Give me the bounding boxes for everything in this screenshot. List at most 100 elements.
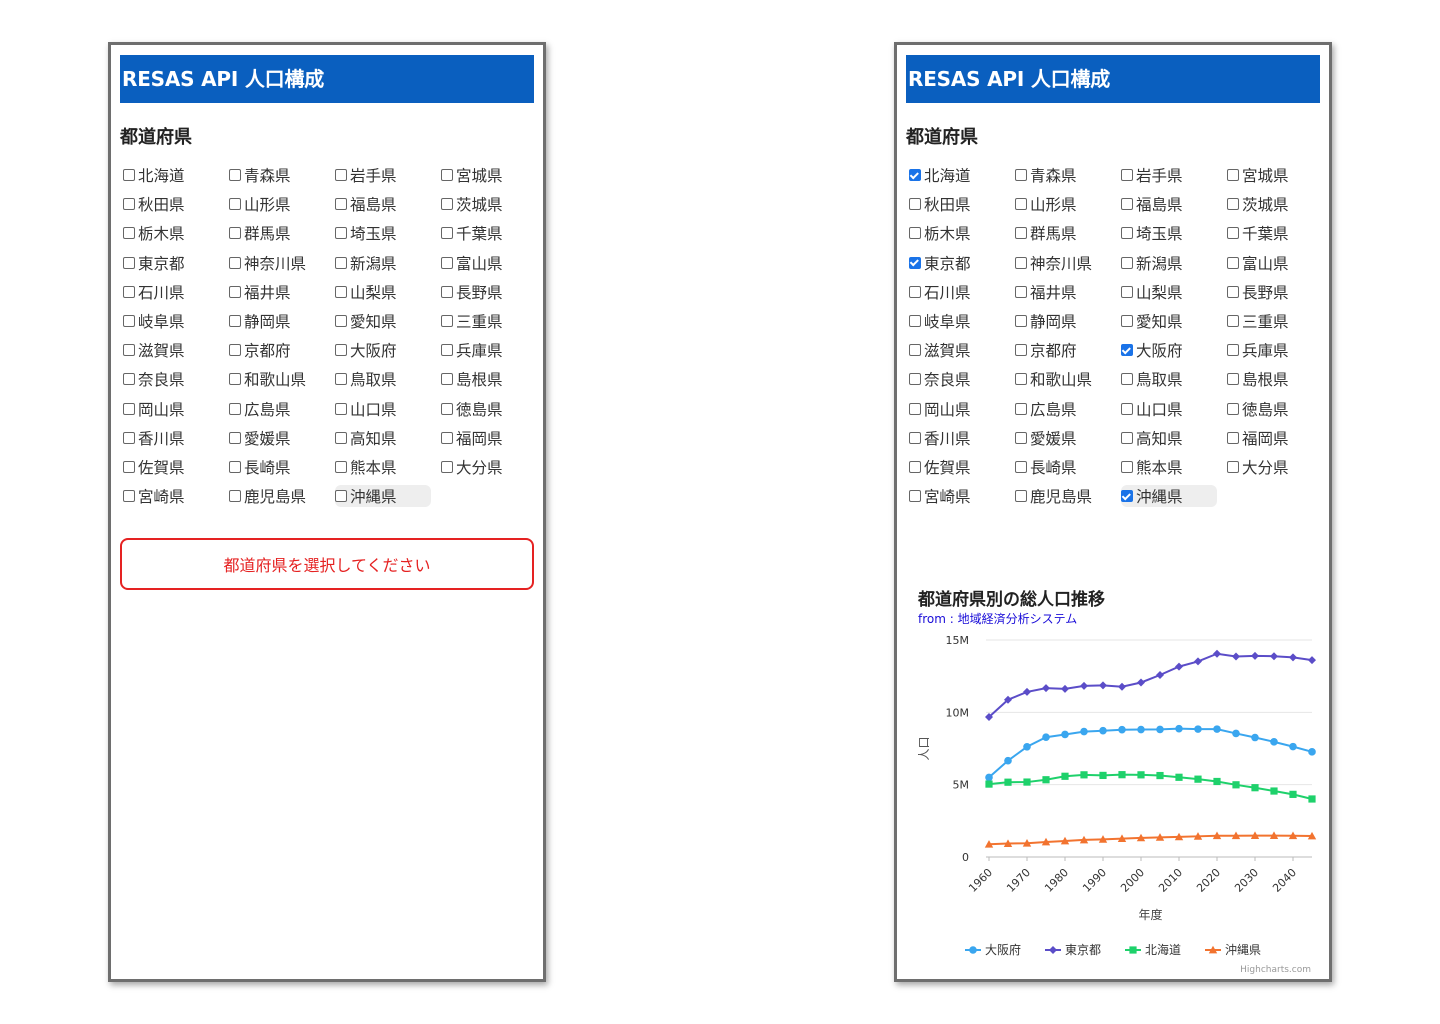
prefecture-checkbox-item[interactable]: 熊本県: [335, 456, 431, 478]
checkbox[interactable]: [1015, 169, 1027, 181]
checkbox[interactable]: [335, 490, 347, 503]
prefecture-checkbox-item[interactable]: 岐阜県: [123, 310, 219, 332]
prefecture-checkbox-item[interactable]: 愛知県: [1121, 310, 1217, 332]
prefecture-checkbox-item[interactable]: 山形県: [1015, 193, 1111, 215]
prefecture-checkbox-item[interactable]: 三重県: [441, 310, 537, 332]
prefecture-checkbox-item[interactable]: 宮崎県: [909, 485, 1005, 507]
prefecture-checkbox-item[interactable]: 高知県: [335, 427, 431, 449]
prefecture-checkbox-item[interactable]: 福井県: [229, 281, 325, 303]
checkbox[interactable]: [229, 402, 241, 415]
prefecture-checkbox-item[interactable]: 大阪府: [335, 339, 431, 361]
prefecture-checkbox-item[interactable]: 愛媛県: [229, 427, 325, 449]
checkbox[interactable]: [1121, 227, 1133, 240]
checkbox[interactable]: [229, 227, 241, 240]
checkbox[interactable]: [441, 431, 453, 444]
checkbox[interactable]: [335, 256, 347, 269]
prefecture-checkbox-item[interactable]: 香川県: [909, 427, 1005, 449]
checkbox[interactable]: [229, 198, 241, 211]
prefecture-checkbox-item[interactable]: 長崎県: [1015, 456, 1111, 478]
prefecture-checkbox-item[interactable]: 京都府: [229, 339, 325, 361]
prefecture-checkbox-item[interactable]: 茨城県: [1227, 193, 1323, 215]
prefecture-checkbox-item[interactable]: 青森県: [1015, 164, 1111, 186]
checkbox[interactable]: [123, 198, 135, 211]
prefecture-checkbox-item[interactable]: 石川県: [123, 281, 219, 303]
checkbox[interactable]: [229, 169, 241, 181]
checkbox[interactable]: [1121, 198, 1133, 211]
checkbox[interactable]: [1015, 227, 1027, 240]
checkbox[interactable]: [123, 402, 135, 415]
checkbox[interactable]: [441, 344, 453, 357]
checkbox[interactable]: [441, 460, 453, 473]
prefecture-checkbox-item[interactable]: 福島県: [1121, 193, 1217, 215]
checkbox[interactable]: [1121, 373, 1133, 386]
checkbox[interactable]: [123, 460, 135, 473]
checkbox[interactable]: [441, 402, 453, 415]
checkbox[interactable]: [909, 256, 921, 269]
checkbox[interactable]: [441, 256, 453, 269]
prefecture-checkbox-item[interactable]: 秋田県: [909, 193, 1005, 215]
checkbox[interactable]: [229, 256, 241, 269]
prefecture-checkbox-item[interactable]: 山口県: [1121, 398, 1217, 420]
prefecture-checkbox-item[interactable]: 群馬県: [1015, 222, 1111, 244]
checkbox[interactable]: [1015, 373, 1027, 386]
prefecture-checkbox-item[interactable]: 秋田県: [123, 193, 219, 215]
prefecture-checkbox-item[interactable]: 岐阜県: [909, 310, 1005, 332]
prefecture-checkbox-item[interactable]: 鳥取県: [335, 368, 431, 390]
checkbox[interactable]: [123, 314, 135, 327]
prefecture-checkbox-item[interactable]: 埼玉県: [335, 222, 431, 244]
prefecture-checkbox-item[interactable]: 長野県: [441, 281, 537, 303]
prefecture-checkbox-item[interactable]: 新潟県: [1121, 252, 1217, 274]
prefecture-checkbox-item[interactable]: 福岡県: [1227, 427, 1323, 449]
checkbox[interactable]: [1227, 431, 1239, 444]
prefecture-checkbox-item[interactable]: 福井県: [1015, 281, 1111, 303]
prefecture-checkbox-item[interactable]: 青森県: [229, 164, 325, 186]
prefecture-checkbox-item[interactable]: 岩手県: [335, 164, 431, 186]
checkbox[interactable]: [335, 402, 347, 415]
checkbox[interactable]: [1121, 285, 1133, 298]
checkbox[interactable]: [229, 460, 241, 473]
checkbox[interactable]: [1121, 490, 1133, 503]
prefecture-checkbox-item[interactable]: 富山県: [1227, 252, 1323, 274]
prefecture-checkbox-item[interactable]: 宮崎県: [123, 485, 219, 507]
checkbox[interactable]: [1121, 344, 1133, 357]
prefecture-checkbox-item[interactable]: 京都府: [1015, 339, 1111, 361]
checkbox[interactable]: [441, 314, 453, 327]
prefecture-checkbox-item[interactable]: 兵庫県: [1227, 339, 1323, 361]
prefecture-checkbox-item[interactable]: 佐賀県: [123, 456, 219, 478]
checkbox[interactable]: [1227, 460, 1239, 473]
checkbox[interactable]: [1015, 344, 1027, 357]
checkbox[interactable]: [229, 344, 241, 357]
checkbox[interactable]: [123, 285, 135, 298]
prefecture-checkbox-item[interactable]: 島根県: [441, 368, 537, 390]
checkbox[interactable]: [909, 198, 921, 211]
checkbox[interactable]: [229, 314, 241, 327]
prefecture-checkbox-item[interactable]: 山口県: [335, 398, 431, 420]
prefecture-checkbox-item[interactable]: 茨城県: [441, 193, 537, 215]
checkbox[interactable]: [909, 285, 921, 298]
prefecture-checkbox-item[interactable]: 兵庫県: [441, 339, 537, 361]
checkbox[interactable]: [335, 431, 347, 444]
checkbox[interactable]: [909, 460, 921, 473]
checkbox[interactable]: [909, 169, 921, 181]
prefecture-checkbox-item[interactable]: 静岡県: [1015, 310, 1111, 332]
prefecture-checkbox-item[interactable]: 鹿児島県: [229, 485, 325, 507]
prefecture-checkbox-item[interactable]: 長崎県: [229, 456, 325, 478]
prefecture-checkbox-item[interactable]: 群馬県: [229, 222, 325, 244]
checkbox[interactable]: [1227, 198, 1239, 211]
prefecture-checkbox-item[interactable]: 静岡県: [229, 310, 325, 332]
checkbox[interactable]: [335, 285, 347, 298]
prefecture-checkbox-item[interactable]: 三重県: [1227, 310, 1323, 332]
prefecture-checkbox-item[interactable]: 東京都: [909, 252, 1005, 274]
prefecture-checkbox-item[interactable]: 和歌山県: [229, 368, 325, 390]
prefecture-checkbox-item[interactable]: 栃木県: [909, 222, 1005, 244]
checkbox[interactable]: [1015, 402, 1027, 415]
checkbox[interactable]: [229, 490, 241, 503]
prefecture-checkbox-item[interactable]: 神奈川県: [229, 252, 325, 274]
checkbox[interactable]: [1227, 169, 1239, 181]
prefecture-checkbox-item[interactable]: 愛知県: [335, 310, 431, 332]
checkbox[interactable]: [909, 402, 921, 415]
prefecture-checkbox-item[interactable]: 岩手県: [1121, 164, 1217, 186]
prefecture-checkbox-item[interactable]: 奈良県: [123, 368, 219, 390]
checkbox[interactable]: [1121, 460, 1133, 473]
checkbox[interactable]: [909, 314, 921, 327]
